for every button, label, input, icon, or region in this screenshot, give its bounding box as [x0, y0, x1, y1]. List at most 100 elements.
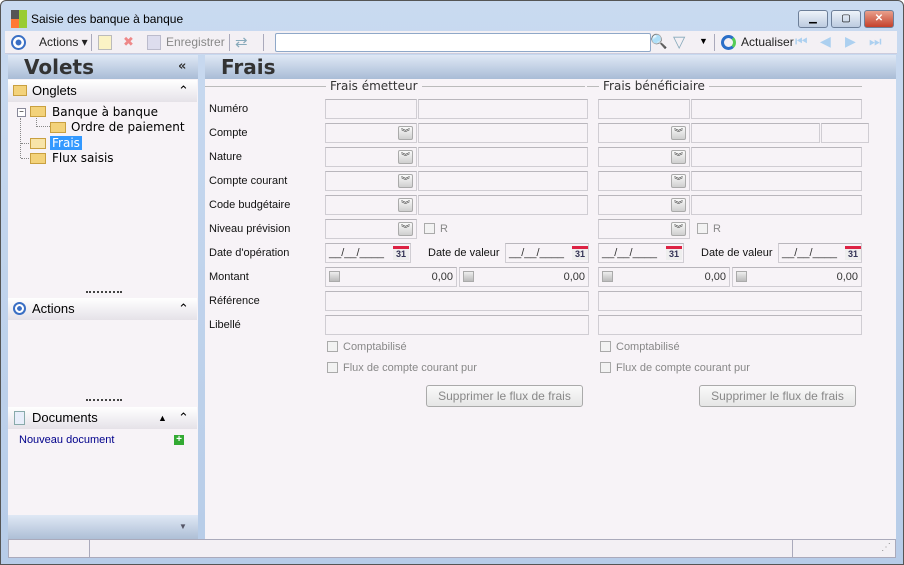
reference-input[interactable]	[325, 291, 589, 311]
calendar-icon[interactable]: 31	[845, 246, 861, 260]
first-record-icon[interactable]: ⏮	[795, 33, 808, 50]
close-button[interactable]: ✕	[864, 10, 894, 28]
separator	[263, 34, 264, 51]
splitter-handle[interactable]	[86, 399, 122, 401]
up-icon[interactable]: ▲	[158, 407, 167, 429]
currency-button[interactable]	[736, 271, 747, 282]
numero-combo[interactable]	[325, 99, 417, 119]
more-icon[interactable]: ▼	[179, 522, 187, 531]
save-icon[interactable]	[147, 35, 161, 50]
currency-button[interactable]	[602, 271, 613, 282]
add-document-icon[interactable]: +	[174, 435, 184, 445]
code-budgetaire-label-field[interactable]	[418, 195, 588, 215]
numero-combo[interactable]	[598, 99, 690, 119]
main-pane: Frais Numéro Compte Nature Compte courant Co…	[205, 55, 896, 539]
menu-circle-icon[interactable]	[11, 35, 26, 50]
currency-button[interactable]	[329, 271, 340, 282]
r-checkbox[interactable]	[697, 223, 708, 234]
dropdown-chevron-icon[interactable]: ︾	[398, 126, 413, 140]
libelle-input[interactable]	[325, 315, 589, 335]
dropdown-chevron-icon[interactable]: ︾	[671, 174, 686, 188]
compte-courant-label-field[interactable]	[691, 171, 862, 191]
comptabilise-label: Comptabilisé	[616, 341, 680, 353]
actions-header[interactable]: Actions ⌃	[8, 298, 197, 320]
filter-dropdown-icon[interactable]: ▼	[699, 36, 708, 46]
code-budgetaire-label-field[interactable]	[691, 195, 862, 215]
last-record-icon[interactable]: ⏭	[869, 33, 882, 50]
save-button[interactable]: Enregistrer	[166, 35, 225, 49]
montant-devise-input[interactable]: 0,00	[459, 267, 589, 287]
new-document-link[interactable]: Nouveau document	[19, 434, 114, 446]
calendar-icon[interactable]: 31	[572, 246, 588, 260]
libelle-input[interactable]	[598, 315, 862, 335]
search-icon[interactable]: 🔍	[650, 33, 667, 50]
field-label: Niveau prévision	[209, 223, 291, 235]
previous-record-icon[interactable]: ◀	[820, 33, 831, 50]
actions-menu[interactable]: Actions ▾	[39, 35, 88, 49]
filter-icon[interactable]: ▽	[673, 32, 685, 52]
refresh-button[interactable]: Actualiser	[741, 35, 794, 49]
pane-footer: ▼	[8, 515, 198, 539]
minimize-button[interactable]: ▁	[798, 10, 828, 28]
compte-courant-label-field[interactable]	[418, 171, 588, 191]
maximize-button[interactable]: ▢	[831, 10, 861, 28]
tree-item-flux[interactable]: Flux saisis	[52, 151, 114, 165]
collapse-pane-button[interactable]: «	[178, 55, 186, 79]
currency-button[interactable]	[463, 271, 474, 282]
compte-label-field[interactable]	[418, 123, 588, 143]
tree-item-ordre[interactable]: Ordre de paiement	[71, 120, 185, 134]
folder-icon	[13, 85, 27, 96]
sync-icon[interactable]: ⇄	[235, 33, 248, 51]
numero-label-field[interactable]	[418, 99, 588, 119]
collapse-section-icon[interactable]: ⌃	[178, 80, 189, 102]
tree-item-banque[interactable]: Banque à banque	[52, 105, 158, 119]
toolbar: Actions ▾ ✖ Enregistrer ⇄ 🔍 ▽ ▼ Actualis…	[5, 31, 897, 54]
flux-pur-checkbox[interactable]	[327, 362, 338, 373]
collapse-section-icon[interactable]: ⌃	[178, 407, 189, 429]
dropdown-chevron-icon[interactable]: ︾	[398, 222, 413, 236]
group-legend: Frais émetteur	[326, 79, 422, 93]
separator	[229, 34, 230, 51]
comptabilise-checkbox[interactable]	[327, 341, 338, 352]
dropdown-chevron-icon[interactable]: ︾	[398, 198, 413, 212]
dropdown-chevron-icon[interactable]: ︾	[671, 222, 686, 236]
field-label: Code budgétaire	[209, 199, 291, 211]
reference-input[interactable]	[598, 291, 862, 311]
montant-devise-input[interactable]: 0,00	[732, 267, 862, 287]
delete-frais-button[interactable]: Supprimer le flux de frais	[699, 385, 856, 407]
splitter-handle[interactable]	[86, 291, 122, 293]
comptabilise-checkbox[interactable]	[600, 341, 611, 352]
dropdown-chevron-icon[interactable]: ︾	[671, 198, 686, 212]
delete-icon[interactable]: ✖	[123, 34, 134, 50]
tree-item-frais[interactable]: Frais	[50, 136, 82, 150]
dropdown-chevron-icon[interactable]: ︾	[671, 150, 686, 164]
numero-label-field[interactable]	[691, 99, 862, 119]
montant-input[interactable]: 0,00	[325, 267, 457, 287]
search-input[interactable]	[275, 33, 651, 52]
new-icon[interactable]	[98, 35, 112, 50]
calendar-icon[interactable]: 31	[666, 246, 682, 260]
field-label: Nature	[209, 151, 243, 163]
dropdown-chevron-icon[interactable]: ︾	[398, 150, 413, 164]
r-checkbox[interactable]	[424, 223, 435, 234]
flux-pur-checkbox[interactable]	[600, 362, 611, 373]
dropdown-chevron-icon[interactable]: ︾	[398, 174, 413, 188]
nature-label-field[interactable]	[691, 147, 862, 167]
montant-input[interactable]: 0,00	[598, 267, 730, 287]
compte-extra-field[interactable]	[821, 123, 869, 143]
dropdown-chevron-icon[interactable]: ︾	[671, 126, 686, 140]
tree-collapse-icon[interactable]: −	[17, 108, 26, 117]
compte-label-field[interactable]	[691, 123, 820, 143]
nature-label-field[interactable]	[418, 147, 588, 167]
field-label: Date d'opération	[209, 247, 290, 259]
refresh-icon[interactable]	[721, 35, 736, 50]
collapse-section-icon[interactable]: ⌃	[178, 298, 189, 320]
onglets-header[interactable]: Onglets ⌃	[8, 80, 197, 102]
delete-frais-button[interactable]: Supprimer le flux de frais	[426, 385, 583, 407]
next-record-icon[interactable]: ▶	[845, 33, 856, 50]
flux-pur-label: Flux de compte courant pur	[616, 362, 750, 374]
calendar-icon[interactable]: 31	[393, 246, 409, 260]
app-window: Saisie des banque à banque ▁ ▢ ✕ Actions…	[0, 0, 904, 565]
documents-header[interactable]: Documents ▲ ⌃	[8, 407, 197, 429]
resize-grip-icon[interactable]: ⋰	[881, 542, 891, 553]
